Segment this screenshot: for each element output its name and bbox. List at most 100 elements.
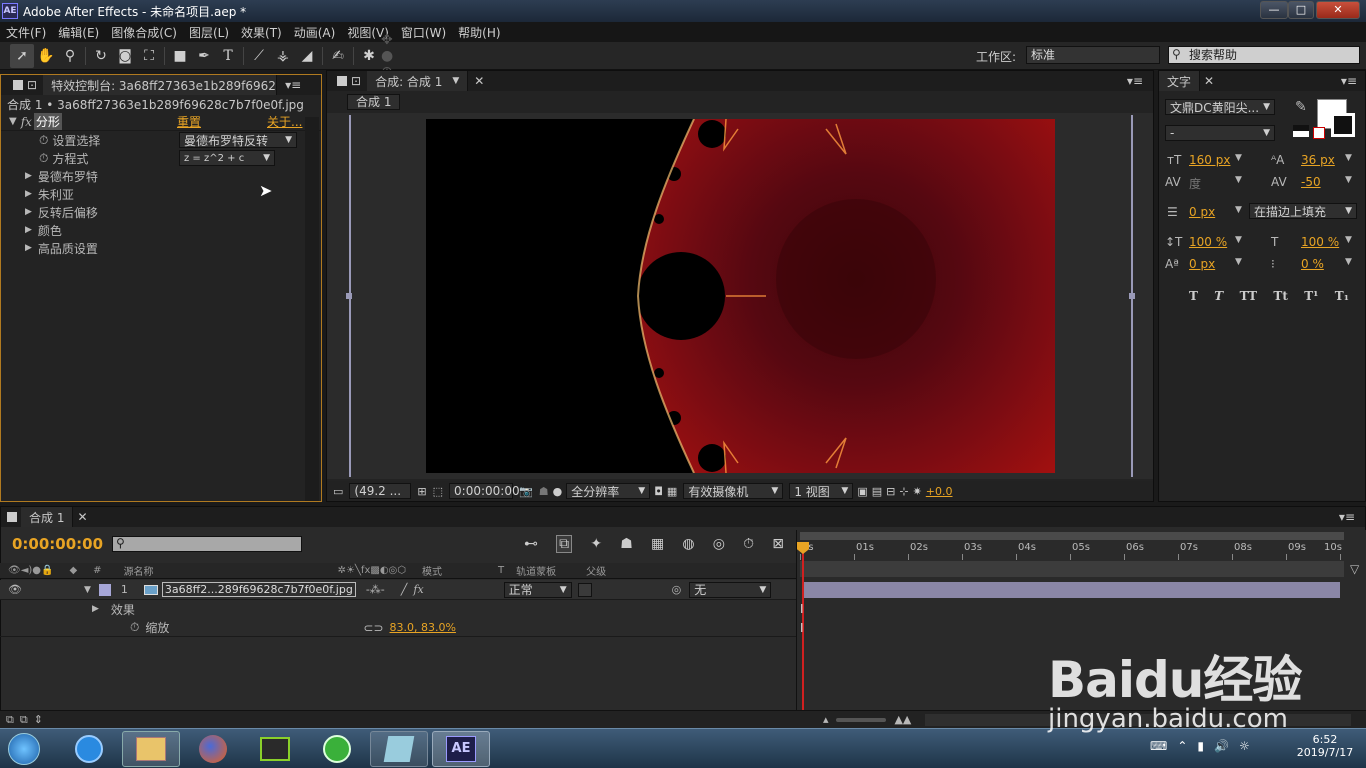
menu-file[interactable]: 文件(F) xyxy=(0,24,52,41)
lock-icon[interactable]: ⊡ xyxy=(351,74,361,88)
toggle-pixel-aspect-icon[interactable]: ▣ xyxy=(857,485,867,498)
firefox-app[interactable] xyxy=(184,731,242,767)
font-size-value[interactable]: 160 px xyxy=(1189,153,1230,167)
stopwatch-icon[interactable]: ⏱ xyxy=(39,151,48,166)
chevron-down-icon[interactable]: ▼ xyxy=(1345,257,1352,267)
transparency-grid-icon[interactable]: ▦ xyxy=(667,485,677,498)
start-button[interactable] xyxy=(2,731,46,767)
auto-keyframe-icon[interactable]: ⏱ xyxy=(743,536,754,552)
constrain-proportions-icon[interactable]: ⊂⊃ xyxy=(363,621,383,635)
set-selection-dropdown[interactable]: 曼德布罗特反转 ▼ xyxy=(179,132,297,148)
work-area-bar[interactable] xyxy=(800,532,1344,540)
timeline-icon[interactable]: ⊟ xyxy=(886,485,895,498)
timeline-search-input[interactable] xyxy=(112,536,302,552)
tab-character[interactable]: 文字 xyxy=(1159,71,1201,91)
tab-timeline[interactable]: 合成 1 xyxy=(21,507,74,527)
close-button[interactable]: ✕ xyxy=(1316,1,1360,19)
stopwatch-icon[interactable]: ⏱ xyxy=(39,133,48,148)
reset-link[interactable]: 重置 xyxy=(177,113,201,130)
motion-blur-icon[interactable]: ◍ xyxy=(682,536,694,552)
after-effects-app[interactable]: AE xyxy=(432,731,490,767)
brush-tool-icon[interactable]: ⟋ xyxy=(247,44,271,68)
comp-subtab[interactable]: 合成 1 xyxy=(347,94,401,110)
comp-mini-flowchart-icon[interactable]: ⊷ xyxy=(524,536,538,552)
tray-expand-icon[interactable]: ⌃ xyxy=(1177,739,1187,753)
faux-italic-button[interactable]: T xyxy=(1214,289,1223,303)
zoom-tool-icon[interactable]: ⚲ xyxy=(58,44,82,68)
camtasia-app[interactable] xyxy=(246,731,304,767)
rotate-tool-icon[interactable]: ↻ xyxy=(89,44,113,68)
menu-composition[interactable]: 图像合成(C) xyxy=(105,24,183,41)
clone-stamp-tool-icon[interactable]: ⚶ xyxy=(271,44,295,68)
about-link[interactable]: 关于... xyxy=(267,113,302,130)
pan-behind-tool-icon[interactable]: ⛶ xyxy=(137,44,161,68)
vertical-scale-value[interactable]: 100 % xyxy=(1189,235,1227,249)
keyframe-marker-icon[interactable]: I xyxy=(800,621,804,635)
scrollbar[interactable] xyxy=(305,117,319,501)
panel-close-icon[interactable] xyxy=(337,76,347,86)
toggle-switches-icon[interactable]: ⧉ xyxy=(6,713,14,727)
browser-360-app[interactable] xyxy=(308,731,366,767)
channels-icon[interactable]: ● xyxy=(553,485,563,498)
always-preview-icon[interactable]: ▭ xyxy=(333,485,343,498)
snapshot-icon[interactable]: 📷 xyxy=(519,485,533,498)
property-group[interactable]: ▶ 朱利亚 xyxy=(1,185,321,203)
tab-composition[interactable]: 合成: 合成 1 ▼ xyxy=(367,71,469,91)
small-caps-button[interactable]: Tt xyxy=(1273,289,1287,303)
exposure-icon[interactable]: ✷ xyxy=(913,485,922,498)
fx-switch-icon[interactable]: fx xyxy=(413,583,423,596)
zoom-in-icon[interactable]: ▲▲ xyxy=(894,713,911,726)
keyboard-icon[interactable]: ⌨ xyxy=(1150,739,1167,753)
frame-blending-icon[interactable]: ▦ xyxy=(651,536,664,552)
twirl-open-icon[interactable]: ▼ xyxy=(84,585,91,595)
property-group[interactable]: ▶ 颜色 xyxy=(1,221,321,239)
panel-menu-icon[interactable]: ▾≡ xyxy=(1341,74,1357,88)
parent-dropdown[interactable]: 无 ▼ xyxy=(689,581,772,598)
mask-visibility-icon[interactable]: ⬚ xyxy=(433,485,443,498)
preserve-transparency-checkbox[interactable] xyxy=(577,582,592,597)
all-caps-button[interactable]: TT xyxy=(1240,289,1257,303)
media-player-app[interactable] xyxy=(60,731,118,767)
panel-close-icon[interactable] xyxy=(7,512,17,522)
camera-tool-icon[interactable]: ◙ xyxy=(113,44,137,68)
camera-dropdown[interactable]: 有效摄像机 ▼ xyxy=(683,483,784,499)
flowchart-icon[interactable]: ⊹ xyxy=(899,485,908,498)
text-tool-icon[interactable]: T xyxy=(216,44,240,68)
tsume-value[interactable]: 0 % xyxy=(1301,257,1324,271)
live-update-icon[interactable]: ⧉ xyxy=(556,535,573,553)
chevron-down-icon[interactable]: ▼ xyxy=(1235,235,1242,245)
menu-effect[interactable]: 效果(T) xyxy=(235,24,288,41)
volume-icon[interactable]: 🔊 xyxy=(1214,739,1229,753)
close-tab-icon[interactable]: ✕ xyxy=(1204,74,1214,88)
magnification-dropdown[interactable]: (49.2 ... xyxy=(349,483,412,499)
work-area-span[interactable] xyxy=(800,561,1344,577)
eraser-tool-icon[interactable]: ◢ xyxy=(295,44,319,68)
equation-dropdown[interactable]: z = z^2 + c ▼ xyxy=(179,150,275,166)
property-group[interactable]: ▶ 反转后偏移 xyxy=(1,203,321,221)
tracking-value[interactable]: -50 xyxy=(1301,175,1321,189)
panel-menu-icon[interactable]: ▾≡ xyxy=(1127,74,1143,88)
no-color-swatch[interactable] xyxy=(1313,127,1325,139)
chevron-down-icon[interactable]: ▼ xyxy=(1345,175,1352,185)
leading-value[interactable]: 36 px xyxy=(1301,153,1335,167)
comp-marker-icon[interactable]: ▽ xyxy=(1350,562,1359,576)
property-group[interactable]: ▶ 曼德布罗特 xyxy=(1,167,321,185)
twirl-closed-icon[interactable]: ▶ xyxy=(92,604,99,614)
layer-handle[interactable] xyxy=(346,293,352,299)
effect-name[interactable]: 分形 xyxy=(33,113,62,130)
superscript-button[interactable]: T¹ xyxy=(1304,289,1318,303)
brainstorm-icon[interactable]: ◎ xyxy=(713,536,725,552)
safe-zones-icon[interactable]: ⊞ xyxy=(417,485,426,498)
stroke-width-value[interactable]: 0 px xyxy=(1189,205,1215,219)
black-white-swatch[interactable] xyxy=(1293,125,1309,137)
toggle-transfer-icon[interactable]: ⧉ xyxy=(20,713,28,727)
roto-brush-tool-icon[interactable]: ✍ xyxy=(326,44,350,68)
subscript-button[interactable]: T₁ xyxy=(1335,289,1349,303)
resolution-dropdown[interactable]: 全分辨率 ▼ xyxy=(566,483,651,499)
menu-layer[interactable]: 图层(L) xyxy=(183,24,235,41)
network-icon[interactable]: ▮ xyxy=(1197,739,1204,753)
file-explorer-app[interactable] xyxy=(122,731,180,767)
pen-tool-icon[interactable]: ✒ xyxy=(192,44,216,68)
show-snapshot-icon[interactable]: ☗ xyxy=(539,485,549,498)
chevron-down-icon[interactable]: ▼ xyxy=(1235,175,1242,185)
